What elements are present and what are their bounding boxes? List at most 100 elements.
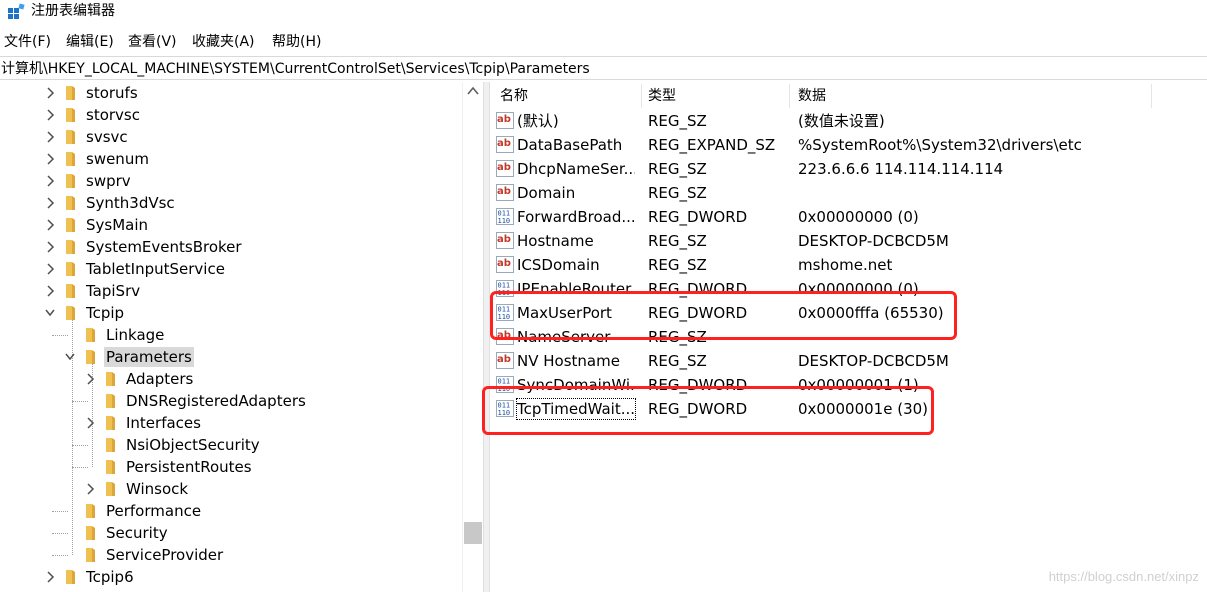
address-path[interactable]: 计算机\HKEY_LOCAL_MACHINE\SYSTEM\CurrentCon…	[1, 59, 590, 79]
tree-node[interactable]: SysMain	[0, 214, 462, 236]
tree-node-label[interactable]: Synth3dVsc	[84, 193, 177, 213]
value-row[interactable]: 011 110 IPEnableRouter REG_DWORD 0x00000000 …	[490, 276, 1207, 300]
tree-node-label[interactable]: ServiceProvider	[104, 545, 225, 565]
value-row[interactable]: ab NameServer REG_SZ	[490, 324, 1207, 348]
folder-icon	[106, 482, 115, 496]
menu-edit[interactable]: 编辑(E)	[66, 32, 114, 52]
tree-node[interactable]: Adapters	[0, 368, 462, 390]
tree-node[interactable]: svsvc	[0, 126, 462, 148]
tree-node[interactable]: TapiSrv	[0, 280, 462, 302]
tree-node[interactable]: storufs	[0, 82, 462, 104]
chevron-right-icon[interactable]	[44, 130, 56, 144]
tree-node[interactable]: storvsc	[0, 104, 462, 126]
tree-node-label[interactable]: Interfaces	[124, 413, 203, 433]
tree-node[interactable]: ServiceProvider	[0, 544, 462, 566]
svg-text:ab: ab	[497, 330, 511, 341]
value-data: 0x0000fffa (65530)	[798, 304, 944, 322]
tree-node[interactable]: TabletInputService	[0, 258, 462, 280]
column-header-type[interactable]: 类型	[640, 84, 790, 108]
tree-node-label[interactable]: swprv	[84, 171, 133, 191]
chevron-down-icon[interactable]	[44, 306, 56, 320]
value-row[interactable]: ab Hostname REG_SZ DESKTOP-DCBCD5M	[490, 228, 1207, 252]
tree-node[interactable]: SystemEventsBroker	[0, 236, 462, 258]
tree-node-label[interactable]: svsvc	[84, 127, 130, 147]
tree-node-label[interactable]: storufs	[84, 83, 140, 103]
chevron-right-icon[interactable]	[44, 152, 56, 166]
tree-node[interactable]: Tcpip	[0, 302, 462, 324]
chevron-right-icon[interactable]	[44, 262, 56, 276]
value-name: Hostname	[517, 232, 594, 250]
value-row[interactable]: 011 110 SyncDomainWi... REG_DWORD 0x00000001…	[490, 372, 1207, 396]
tree-node[interactable]: Winsock	[0, 478, 462, 500]
value-row[interactable]: 011 110 MaxUserPort REG_DWORD 0x0000fffa (65…	[490, 300, 1207, 324]
tree-node-label[interactable]: DNSRegisteredAdapters	[124, 391, 308, 411]
value-name: IPEnableRouter	[517, 280, 632, 298]
tree-node[interactable]: Performance	[0, 500, 462, 522]
tree-node[interactable]: DNSRegisteredAdapters	[0, 390, 462, 412]
tree-node-label[interactable]: SystemEventsBroker	[84, 237, 244, 257]
tree-node[interactable]: swenum	[0, 148, 462, 170]
value-type: REG_DWORD	[648, 400, 748, 418]
column-header-data[interactable]: 数据	[790, 84, 1152, 108]
menu-help[interactable]: 帮助(H)	[272, 32, 321, 52]
tree-node-label[interactable]: Performance	[104, 501, 203, 521]
tree-node[interactable]: Tcpip6	[0, 566, 462, 588]
menu-view[interactable]: 查看(V)	[128, 32, 177, 52]
chevron-right-icon[interactable]	[44, 240, 56, 254]
chevron-right-icon[interactable]	[84, 416, 96, 430]
value-type: REG_SZ	[648, 352, 707, 370]
tree-node[interactable]: Security	[0, 522, 462, 544]
value-row[interactable]: ab ICSDomain REG_SZ mshome.net	[490, 252, 1207, 276]
tree-node[interactable]: NsiObjectSecurity	[0, 434, 462, 456]
tree-node-label[interactable]: TapiSrv	[84, 281, 142, 301]
chevron-right-icon[interactable]	[44, 570, 56, 584]
tree-node[interactable]: swprv	[0, 170, 462, 192]
tree-node-label[interactable]: Tcpip	[84, 303, 126, 323]
chevron-right-icon[interactable]	[44, 196, 56, 210]
chevron-right-icon[interactable]	[84, 372, 96, 386]
tree-node-label[interactable]: Adapters	[124, 369, 195, 389]
tree-node-label[interactable]: PersistentRoutes	[124, 457, 254, 477]
tree-node-label[interactable]: Parameters	[104, 347, 194, 367]
tree-scrollbar[interactable]	[462, 82, 482, 592]
chevron-right-icon[interactable]	[44, 108, 56, 122]
chevron-right-icon[interactable]	[84, 482, 96, 496]
chevron-right-icon[interactable]	[44, 284, 56, 298]
chevron-right-icon[interactable]	[44, 86, 56, 100]
scrollbar-thumb[interactable]	[464, 522, 482, 544]
value-row[interactable]: ab DataBasePath REG_EXPAND_SZ %SystemRoot%\…	[490, 132, 1207, 156]
tree-node[interactable]: Synth3dVsc	[0, 192, 462, 214]
key-tree[interactable]: storufs storvsc svsvc swenum swprv Synth3dVsc…	[0, 82, 482, 592]
value-row[interactable]: 011 110 ForwardBroad... REG_DWORD 0x00000000…	[490, 204, 1207, 228]
chevron-right-icon[interactable]	[44, 174, 56, 188]
chevron-right-icon[interactable]	[44, 218, 56, 232]
value-row[interactable]: 011 110 TcpTimedWait... REG_DWORD 0x0000001e…	[490, 396, 1207, 420]
registry-editor-icon	[8, 3, 25, 19]
tree-node-label[interactable]: Winsock	[124, 479, 190, 499]
tree-node[interactable]: Parameters	[0, 346, 462, 368]
tree-node-label[interactable]: NsiObjectSecurity	[124, 435, 262, 455]
tree-node-label[interactable]: SysMain	[84, 215, 150, 235]
value-row[interactable]: ab Domain REG_SZ	[490, 180, 1207, 204]
tree-node-label[interactable]: Security	[104, 523, 170, 543]
value-row[interactable]: ab NV Hostname REG_SZ DESKTOP-DCBCD5M	[490, 348, 1207, 372]
value-row[interactable]: ab (默认) REG_SZ (数值未设置)	[490, 108, 1207, 132]
tree-node-label[interactable]: swenum	[84, 149, 151, 169]
menu-file[interactable]: 文件(F)	[4, 32, 51, 52]
tree-node-label[interactable]: TabletInputService	[84, 259, 227, 279]
tree-node-label[interactable]: Linkage	[104, 325, 166, 345]
scroll-up-arrow-icon[interactable]	[467, 86, 479, 96]
tree-node-label[interactable]: storvsc	[84, 105, 142, 125]
value-list[interactable]: 名称 类型 数据 ab (默认) REG_SZ (数值未设置) ab DataBasePa…	[490, 82, 1207, 592]
column-header-name[interactable]: 名称	[492, 84, 642, 108]
menu-favorites[interactable]: 收藏夹(A)	[192, 32, 255, 52]
tree-node[interactable]: PersistentRoutes	[0, 456, 462, 478]
tree-node[interactable]: Interfaces	[0, 412, 462, 434]
folder-icon	[106, 394, 115, 408]
chevron-down-icon[interactable]	[64, 350, 76, 364]
pane-splitter[interactable]	[483, 82, 490, 592]
value-row[interactable]: ab DhcpNameSer... REG_SZ 223.6.6.6 114.114.…	[490, 156, 1207, 180]
tree-node[interactable]: Linkage	[0, 324, 462, 346]
address-bar[interactable]: 计算机\HKEY_LOCAL_MACHINE\SYSTEM\CurrentCon…	[0, 56, 1207, 80]
tree-node-label[interactable]: Tcpip6	[84, 567, 136, 587]
